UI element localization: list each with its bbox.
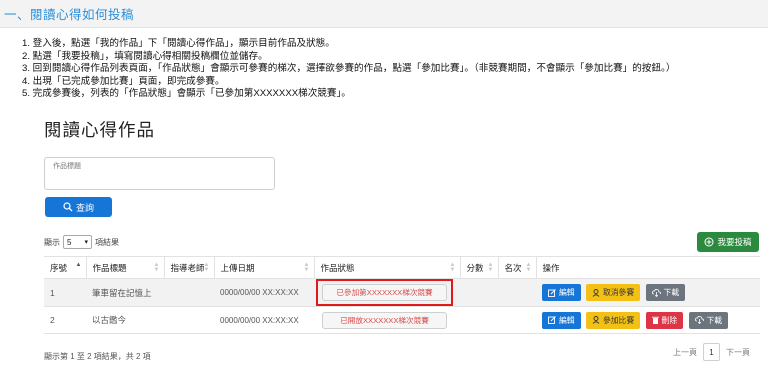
step-item: 5. 完成參賽後，列表的「作品狀態」會顯示「已參加第XXXXXXX梯次競賽」。 (22, 88, 351, 100)
cell-score (460, 278, 498, 307)
edit-button[interactable]: 編輯 (542, 284, 581, 301)
col-header-title[interactable]: 作品標題 ▲ ▼ (85, 256, 164, 279)
col-header-score[interactable]: 分數 ▲ ▼ (459, 256, 498, 279)
person-icon (592, 288, 600, 297)
cell-actions: 編輯 參加比賽 刪除 下載 (536, 306, 760, 334)
cell-rank (498, 306, 536, 334)
search-input[interactable]: 作品標題 (44, 157, 275, 190)
table-info: 顯示第 1 至 2 項結果，共 2 項 (44, 352, 151, 361)
sort-icon: ▲ ▼ (303, 262, 310, 273)
cell-no: 2 (44, 306, 86, 334)
section-title: 一、閱讀心得如何投稿 (4, 8, 135, 22)
step-item: 4. 出現「已完成參加比賽」頁面，即完成參賽。 (22, 75, 225, 87)
cell-no: 1 (44, 278, 86, 307)
submit-work-button[interactable]: 我要投稿 (697, 232, 759, 252)
sort-icon: ▲ ▼ (487, 262, 494, 273)
col-header-no[interactable]: 序號 ▲ (44, 256, 86, 279)
sort-asc-icon: ▲ (75, 262, 82, 268)
pagination: 上一頁 1 下一頁 (673, 343, 750, 361)
sort-icon: ▲ ▼ (153, 262, 160, 273)
cell-rank (498, 278, 536, 307)
table-row: 1 筆車留在記憶上 0000/00/00 XX:XX:XX 已參加第XXXXXX… (44, 278, 760, 307)
cell-date: 0000/00/00 XX:XX:XX (214, 278, 314, 307)
col-header-teacher[interactable]: 指導老師 ▲ ▼ (163, 256, 214, 279)
search-icon (63, 202, 73, 212)
cell-date: 0000/00/00 XX:XX:XX (214, 306, 314, 334)
cell-teacher (164, 278, 214, 307)
edit-icon (548, 316, 556, 324)
table-header-row: 序號 ▲ 作品標題 ▲ ▼ 指導老師 ▲ ▼ 上傳日期 ▲ ▼ 作品狀態 ▲ ▼ 分數 ▲ ▼ 名次 ▲… (44, 256, 760, 279)
step-item: 3. 回到閱讀心得作品列表頁面，「作品狀態」會顯示可參賽的梯次，選擇欲參賽的作品… (22, 63, 676, 75)
page-length: 顯示 5 ▾ 項結果 (44, 235, 119, 249)
chevron-down-icon: ▾ (84, 239, 88, 246)
status-badge: 已參加第XXXXXXX梯次競賽 (322, 284, 447, 301)
length-prefix: 顯示 (44, 237, 60, 247)
col-header-date[interactable]: 上傳日期 ▲ ▼ (213, 256, 314, 279)
sort-icon: ▲ ▼ (203, 262, 210, 273)
length-value: 5 (67, 237, 72, 247)
person-icon (592, 316, 600, 324)
cell-actions: 編輯 取消參賽 下載 (536, 278, 760, 307)
cell-score (460, 306, 498, 334)
submit-work-label: 我要投稿 (717, 237, 752, 247)
col-header-status[interactable]: 作品狀態 ▲ ▼ (313, 256, 460, 279)
length-select[interactable]: 5 ▾ (63, 235, 92, 249)
col-header-rank[interactable]: 名次 ▲ ▼ (497, 256, 536, 279)
edit-icon (548, 288, 556, 297)
cell-title: 筆車留在記憶上 (86, 278, 164, 307)
query-button[interactable]: 查詢 (45, 197, 112, 217)
download-button[interactable]: 下載 (645, 284, 686, 301)
delete-button[interactable]: 刪除 (645, 311, 684, 329)
search-input-label: 作品標題 (53, 163, 81, 170)
step-item: 2. 點選「我要投稿」，填寫閱讀心得相關投稿欄位並儲存。 (22, 50, 268, 62)
section-header: 一、閱讀心得如何投稿 (0, 0, 768, 28)
works-table: 序號 ▲ 作品標題 ▲ ▼ 指導老師 ▲ ▼ 上傳日期 ▲ ▼ 作品狀態 ▲ ▼ 分數 ▲ ▼ 名次 ▲… (44, 256, 760, 334)
length-suffix: 項結果 (95, 237, 119, 247)
sort-icon: ▲ ▼ (449, 262, 456, 273)
next-page-link[interactable]: 下一頁 (726, 347, 750, 358)
cell-teacher (164, 306, 214, 334)
trash-icon (651, 316, 659, 324)
download-button[interactable]: 下載 (688, 311, 729, 329)
card-title: 閱讀心得作品 (44, 120, 155, 140)
status-highlight: 已參加第XXXXXXX梯次競賽 (316, 279, 453, 306)
col-header-actions: 操作 (535, 256, 760, 279)
plus-circle-icon (704, 237, 714, 247)
cell-status: 已開放XXXXXXX梯次競賽 (314, 306, 460, 334)
query-button-label: 查詢 (75, 202, 94, 213)
cancel-entry-button[interactable]: 取消參賽 (585, 284, 641, 301)
cloud-download-icon (694, 316, 704, 324)
cloud-download-icon (651, 288, 661, 297)
cell-title: 以古鑑今 (86, 306, 164, 334)
step-item: 1. 登入後，點選「我的作品」下「閱讀心得作品」，顯示目前作品及狀態。 (22, 38, 335, 49)
edit-button[interactable]: 編輯 (542, 311, 581, 329)
cell-status: 已參加第XXXXXXX梯次競賽 (314, 278, 460, 307)
join-contest-button[interactable]: 參加比賽 (585, 311, 641, 329)
instruction-steps: 1. 登入後，點選「我的作品」下「閱讀心得作品」，顯示目前作品及狀態。 2. 點… (22, 38, 762, 101)
status-badge: 已開放XXXXXXX梯次競賽 (322, 311, 447, 329)
page-number-button[interactable]: 1 (703, 343, 720, 361)
table-row: 2 以古鑑今 0000/00/00 XX:XX:XX 已開放XXXXXXX梯次競… (44, 306, 760, 334)
sort-icon: ▲ ▼ (525, 262, 532, 273)
prev-page-link[interactable]: 上一頁 (673, 347, 697, 358)
